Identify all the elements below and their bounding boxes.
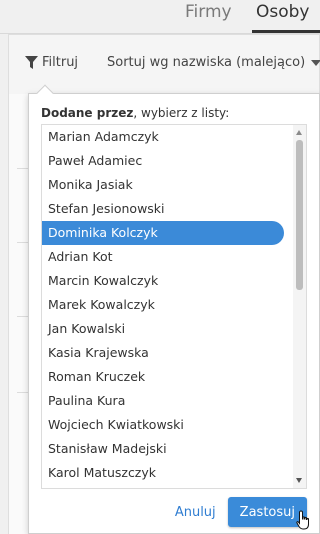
tab-bar: Firmy Osoby bbox=[0, 0, 320, 34]
user-listbox[interactable]: Marian Adamczyk Paweł Adamiec Monika Jasia… bbox=[41, 124, 307, 489]
scroll-up-icon[interactable] bbox=[296, 130, 302, 135]
user-list-item[interactable]: Paweł Adamiec bbox=[42, 149, 284, 173]
filter-button[interactable]: Filtruj bbox=[25, 55, 78, 70]
user-list-item[interactable]: Wojciech Kwiatkowski bbox=[42, 413, 284, 437]
filter-field-header: Dodane przez, wybierz z listy: bbox=[41, 106, 229, 120]
tab-osoby[interactable]: Osoby bbox=[256, 2, 310, 22]
hand-cursor-icon bbox=[296, 510, 309, 530]
user-list-item[interactable]: Roman Kruczek bbox=[42, 365, 284, 389]
user-list-item[interactable]: Marek Kowalczyk bbox=[42, 293, 284, 317]
scroll-down-icon[interactable] bbox=[296, 478, 302, 483]
sort-label: Sortuj wg nazwiska (malejąco) bbox=[107, 55, 306, 70]
tab-firmy[interactable]: Firmy bbox=[185, 2, 232, 22]
chevron-down-icon bbox=[311, 59, 320, 66]
scrollbar-thumb[interactable] bbox=[296, 140, 303, 290]
cancel-button[interactable]: Anuluj bbox=[175, 505, 216, 520]
user-list-item[interactable]: Marian Adamczyk bbox=[42, 125, 284, 149]
user-list-item[interactable]: Kasia Krajewska bbox=[42, 341, 284, 365]
user-list-item[interactable]: Dominika Kolczyk bbox=[42, 221, 284, 245]
filter-icon bbox=[25, 55, 38, 69]
user-list-item[interactable]: Monika Jasiak bbox=[42, 173, 284, 197]
user-list: Marian Adamczyk Paweł Adamiec Monika Jasia… bbox=[42, 125, 294, 485]
user-list-item[interactable]: Marcin Kowalczyk bbox=[42, 269, 284, 293]
user-list-item[interactable]: Karol Matuszczyk bbox=[42, 461, 284, 485]
sort-dropdown[interactable]: Sortuj wg nazwiska (malejąco) bbox=[107, 55, 320, 70]
listbox-scrollbar[interactable] bbox=[293, 125, 306, 488]
popup-actions: Anuluj Zastosuj bbox=[175, 497, 307, 527]
filter-label: Filtruj bbox=[42, 55, 79, 70]
filter-popup: Dodane przez, wybierz z listy: Marian Ad… bbox=[28, 84, 320, 534]
toolbar: Filtruj Sortuj wg nazwiska (malejąco) bbox=[8, 34, 320, 94]
user-list-item[interactable]: Stanisław Madejski bbox=[42, 437, 284, 461]
filter-field-label: Dodane przez bbox=[41, 106, 134, 120]
filter-instruction: , wybierz z listy: bbox=[133, 106, 230, 120]
user-list-item[interactable]: Adrian Kot bbox=[42, 245, 284, 269]
user-list-item[interactable]: Jan Kowalski bbox=[42, 317, 284, 341]
active-tab-indicator bbox=[252, 30, 320, 33]
user-list-item[interactable]: Paulina Kura bbox=[42, 389, 284, 413]
user-list-item[interactable]: Stefan Jesionowski bbox=[42, 197, 284, 221]
